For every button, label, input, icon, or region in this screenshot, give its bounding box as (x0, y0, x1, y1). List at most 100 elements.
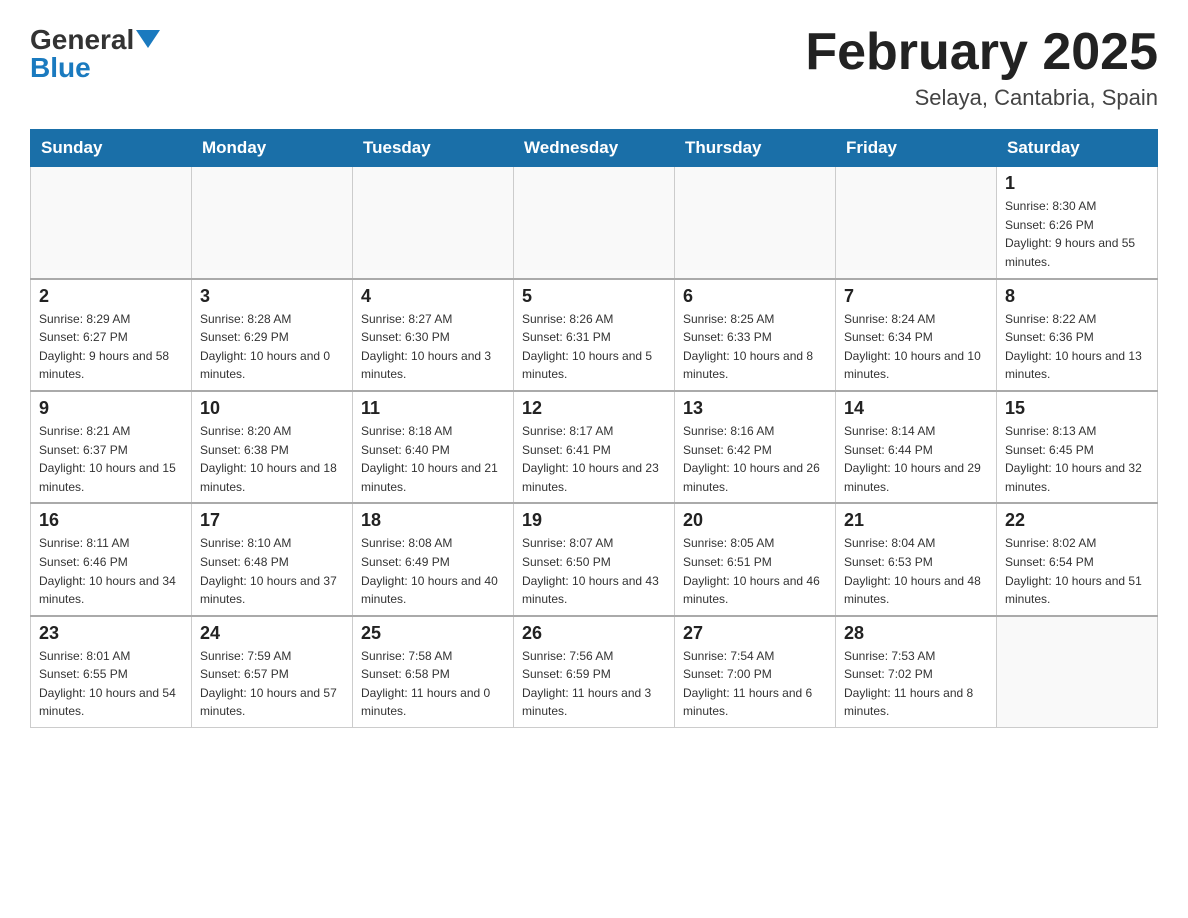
day-info: Sunrise: 7:58 AMSunset: 6:58 PMDaylight:… (361, 647, 505, 721)
day-info: Sunrise: 8:26 AMSunset: 6:31 PMDaylight:… (522, 310, 666, 384)
day-cell (675, 167, 836, 279)
day-number: 6 (683, 286, 827, 307)
day-number: 19 (522, 510, 666, 531)
day-cell: 2 Sunrise: 8:29 AMSunset: 6:27 PMDaylight… (31, 279, 192, 391)
day-number: 13 (683, 398, 827, 419)
day-info: Sunrise: 8:05 AMSunset: 6:51 PMDaylight:… (683, 534, 827, 608)
day-cell: 16Sunrise: 8:11 AMSunset: 6:46 PMDayligh… (31, 503, 192, 615)
week-row-3: 9 Sunrise: 8:21 AMSunset: 6:37 PMDaylight… (31, 391, 1158, 503)
calendar-subtitle: Selaya, Cantabria, Spain (805, 85, 1158, 111)
day-cell: 15 Sunrise: 8:13 AMSunset: 6:45 PMDayligh… (997, 391, 1158, 503)
day-number: 28 (844, 623, 988, 644)
day-cell: 27 Sunrise: 7:54 AMSunset: 7:00 PMDayligh… (675, 616, 836, 728)
day-number: 3 (200, 286, 344, 307)
day-info: Sunrise: 8:18 AMSunset: 6:40 PMDaylight:… (361, 422, 505, 496)
day-info: Sunrise: 7:56 AMSunset: 6:59 PMDaylight:… (522, 647, 666, 721)
day-cell (514, 167, 675, 279)
day-info: Sunrise: 8:14 AMSunset: 6:44 PMDaylight:… (844, 422, 988, 496)
col-header-wednesday: Wednesday (514, 130, 675, 167)
week-row-1: 1 Sunrise: 8:30 AMSunset: 6:26 PMDaylight… (31, 167, 1158, 279)
day-number: 11 (361, 398, 505, 419)
day-cell: 25 Sunrise: 7:58 AMSunset: 6:58 PMDayligh… (353, 616, 514, 728)
logo: General Blue (30, 24, 162, 84)
day-cell (836, 167, 997, 279)
day-number: 21 (844, 510, 988, 531)
day-info: Sunrise: 8:13 AMSunset: 6:45 PMDaylight:… (1005, 422, 1149, 496)
header-row: SundayMondayTuesdayWednesdayThursdayFrid… (31, 130, 1158, 167)
logo-triangle-icon (136, 30, 160, 48)
day-number: 7 (844, 286, 988, 307)
day-number: 26 (522, 623, 666, 644)
day-info: Sunrise: 8:01 AMSunset: 6:55 PMDaylight:… (39, 647, 183, 721)
day-info: Sunrise: 8:17 AMSunset: 6:41 PMDaylight:… (522, 422, 666, 496)
day-cell: 10Sunrise: 8:20 AMSunset: 6:38 PMDayligh… (192, 391, 353, 503)
day-info: Sunrise: 8:29 AMSunset: 6:27 PMDaylight:… (39, 310, 183, 384)
title-area: February 2025 Selaya, Cantabria, Spain (805, 24, 1158, 111)
day-cell: 12 Sunrise: 8:17 AMSunset: 6:41 PMDayligh… (514, 391, 675, 503)
day-info: Sunrise: 8:10 AMSunset: 6:48 PMDaylight:… (200, 534, 344, 608)
day-cell: 9 Sunrise: 8:21 AMSunset: 6:37 PMDaylight… (31, 391, 192, 503)
day-cell: 23 Sunrise: 8:01 AMSunset: 6:55 PMDayligh… (31, 616, 192, 728)
day-info: Sunrise: 8:21 AMSunset: 6:37 PMDaylight:… (39, 422, 183, 496)
day-info: Sunrise: 8:07 AMSunset: 6:50 PMDaylight:… (522, 534, 666, 608)
day-info: Sunrise: 7:54 AMSunset: 7:00 PMDaylight:… (683, 647, 827, 721)
col-header-tuesday: Tuesday (353, 130, 514, 167)
day-cell (997, 616, 1158, 728)
day-number: 9 (39, 398, 183, 419)
day-cell: 1 Sunrise: 8:30 AMSunset: 6:26 PMDaylight… (997, 167, 1158, 279)
col-header-friday: Friday (836, 130, 997, 167)
day-number: 2 (39, 286, 183, 307)
week-row-2: 2 Sunrise: 8:29 AMSunset: 6:27 PMDaylight… (31, 279, 1158, 391)
day-cell: 17 Sunrise: 8:10 AMSunset: 6:48 PMDayligh… (192, 503, 353, 615)
day-info: Sunrise: 8:30 AMSunset: 6:26 PMDaylight:… (1005, 197, 1149, 271)
day-cell: 7Sunrise: 8:24 AMSunset: 6:34 PMDaylight… (836, 279, 997, 391)
day-number: 20 (683, 510, 827, 531)
day-cell: 18 Sunrise: 8:08 AMSunset: 6:49 PMDayligh… (353, 503, 514, 615)
day-info: Sunrise: 8:27 AMSunset: 6:30 PMDaylight:… (361, 310, 505, 384)
day-number: 10 (200, 398, 344, 419)
day-number: 17 (200, 510, 344, 531)
day-number: 1 (1005, 173, 1149, 194)
logo-blue-text: Blue (30, 52, 91, 83)
day-info: Sunrise: 8:28 AMSunset: 6:29 PMDaylight:… (200, 310, 344, 384)
page-header: General Blue February 2025 Selaya, Canta… (30, 24, 1158, 111)
day-number: 8 (1005, 286, 1149, 307)
calendar-table: SundayMondayTuesdayWednesdayThursdayFrid… (30, 129, 1158, 728)
day-number: 27 (683, 623, 827, 644)
day-number: 12 (522, 398, 666, 419)
day-number: 18 (361, 510, 505, 531)
day-number: 25 (361, 623, 505, 644)
day-cell: 4 Sunrise: 8:27 AMSunset: 6:30 PMDaylight… (353, 279, 514, 391)
week-row-5: 23 Sunrise: 8:01 AMSunset: 6:55 PMDayligh… (31, 616, 1158, 728)
day-cell: 3 Sunrise: 8:28 AMSunset: 6:29 PMDaylight… (192, 279, 353, 391)
day-cell: 11 Sunrise: 8:18 AMSunset: 6:40 PMDayligh… (353, 391, 514, 503)
col-header-saturday: Saturday (997, 130, 1158, 167)
day-number: 4 (361, 286, 505, 307)
day-number: 15 (1005, 398, 1149, 419)
day-cell (192, 167, 353, 279)
day-number: 16 (39, 510, 183, 531)
day-info: Sunrise: 7:59 AMSunset: 6:57 PMDaylight:… (200, 647, 344, 721)
day-info: Sunrise: 8:08 AMSunset: 6:49 PMDaylight:… (361, 534, 505, 608)
day-number: 22 (1005, 510, 1149, 531)
day-cell: 19 Sunrise: 8:07 AMSunset: 6:50 PMDayligh… (514, 503, 675, 615)
day-cell: 8 Sunrise: 8:22 AMSunset: 6:36 PMDaylight… (997, 279, 1158, 391)
day-info: Sunrise: 8:02 AMSunset: 6:54 PMDaylight:… (1005, 534, 1149, 608)
calendar-title: February 2025 (805, 24, 1158, 81)
day-cell (353, 167, 514, 279)
day-info: Sunrise: 8:04 AMSunset: 6:53 PMDaylight:… (844, 534, 988, 608)
day-cell: 5Sunrise: 8:26 AMSunset: 6:31 PMDaylight… (514, 279, 675, 391)
day-info: Sunrise: 8:25 AMSunset: 6:33 PMDaylight:… (683, 310, 827, 384)
week-row-4: 16Sunrise: 8:11 AMSunset: 6:46 PMDayligh… (31, 503, 1158, 615)
day-cell: 24 Sunrise: 7:59 AMSunset: 6:57 PMDayligh… (192, 616, 353, 728)
day-number: 14 (844, 398, 988, 419)
day-info: Sunrise: 8:22 AMSunset: 6:36 PMDaylight:… (1005, 310, 1149, 384)
day-info: Sunrise: 8:16 AMSunset: 6:42 PMDaylight:… (683, 422, 827, 496)
day-info: Sunrise: 7:53 AMSunset: 7:02 PMDaylight:… (844, 647, 988, 721)
day-number: 23 (39, 623, 183, 644)
day-cell: 26 Sunrise: 7:56 AMSunset: 6:59 PMDayligh… (514, 616, 675, 728)
day-cell: 21 Sunrise: 8:04 AMSunset: 6:53 PMDayligh… (836, 503, 997, 615)
day-cell: 28 Sunrise: 7:53 AMSunset: 7:02 PMDayligh… (836, 616, 997, 728)
day-number: 24 (200, 623, 344, 644)
day-cell (31, 167, 192, 279)
